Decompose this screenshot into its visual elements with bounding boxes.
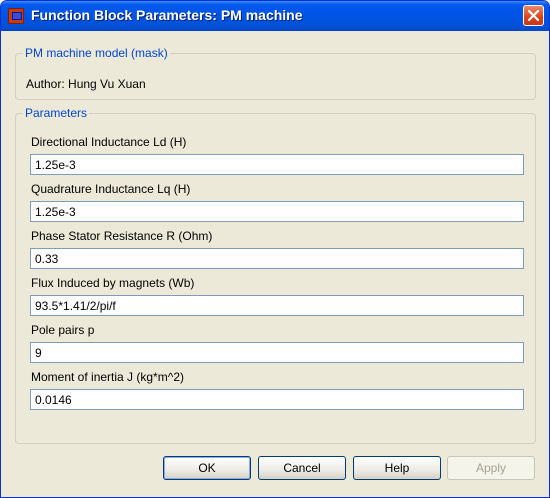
param-label-flux: Flux Induced by magnets (Wb) [31, 276, 195, 290]
title-bar[interactable]: Function Block Parameters: PM machine [1, 1, 549, 31]
param-label-pole-pairs: Pole pairs p [31, 323, 95, 337]
param-input-pole-pairs[interactable] [30, 342, 524, 363]
apply-button[interactable]: Apply [447, 456, 535, 480]
param-label-lq: Quadrature Inductance Lq (H) [31, 182, 191, 196]
cancel-button[interactable]: Cancel [258, 456, 346, 480]
param-input-inertia[interactable] [30, 389, 524, 410]
dialog-window: Function Block Parameters: PM machine PM… [0, 0, 550, 498]
help-button[interactable]: Help [353, 456, 441, 480]
mask-group-legend: PM machine model (mask) [25, 46, 168, 60]
param-label-inertia: Moment of inertia J (kg*m^2) [31, 370, 185, 384]
param-input-r[interactable] [30, 248, 524, 269]
author-text: Author: Hung Vu Xuan [26, 77, 146, 91]
param-input-flux[interactable] [30, 295, 524, 316]
window-title: Function Block Parameters: PM machine [31, 7, 303, 23]
param-input-lq[interactable] [30, 201, 524, 222]
parameters-group-legend: Parameters [25, 106, 88, 120]
mask-description-group: PM machine model (mask) [15, 46, 536, 100]
close-button[interactable] [523, 5, 544, 26]
ok-button[interactable]: OK [163, 456, 251, 480]
close-icon [528, 10, 539, 21]
param-label-ld: Directional Inductance Ld (H) [31, 135, 187, 149]
simulink-block-icon[interactable] [8, 8, 24, 24]
param-label-r: Phase Stator Resistance R (Ohm) [31, 229, 213, 243]
param-input-ld[interactable] [30, 154, 524, 175]
